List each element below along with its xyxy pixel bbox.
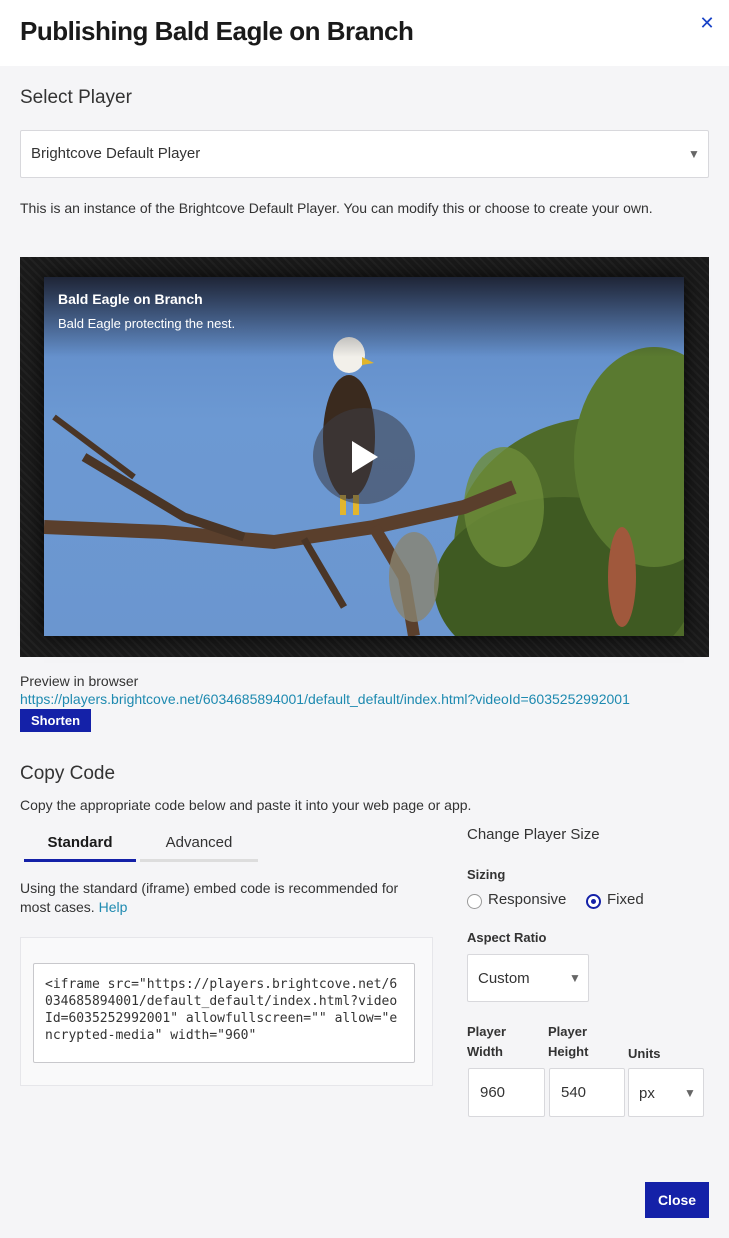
- player-description: This is an instance of the Brightcove De…: [20, 200, 653, 216]
- change-player-size-heading: Change Player Size: [467, 826, 600, 843]
- embed-code-textarea[interactable]: <iframe src="https://players.brightcove.…: [33, 963, 415, 1063]
- dialog-header: Publishing Bald Eagle on Branch ✕: [0, 0, 729, 66]
- video-description: Bald Eagle protecting the nest.: [58, 316, 236, 331]
- close-icon[interactable]: ✕: [698, 13, 716, 33]
- radio-fixed-label[interactable]: Fixed: [607, 891, 644, 908]
- player-select[interactable]: Brightcove Default Player ▼: [20, 130, 709, 178]
- help-link[interactable]: Help: [99, 899, 128, 915]
- dialog-title: Publishing Bald Eagle on Branch: [20, 16, 414, 46]
- copy-code-description: Copy the appropriate code below and past…: [20, 797, 472, 813]
- preview-label: Preview in browser: [20, 673, 139, 689]
- preview-url-link[interactable]: https://players.brightcove.net/603468589…: [20, 691, 630, 707]
- chevron-down-icon: ▼: [688, 147, 700, 161]
- player-select-value: Brightcove Default Player: [31, 145, 201, 162]
- units-select[interactable]: px ▼: [628, 1068, 704, 1117]
- radio-fixed[interactable]: [586, 894, 601, 909]
- radio-responsive[interactable]: [467, 894, 482, 909]
- video-frame[interactable]: Bald Eagle on Branch Bald Eagle protecti…: [44, 277, 684, 636]
- aspect-ratio-value: Custom: [478, 970, 530, 987]
- aspect-ratio-label: Aspect Ratio: [467, 930, 547, 945]
- chevron-down-icon: ▼: [684, 1086, 696, 1100]
- standard-note: Using the standard (iframe) embed code i…: [20, 879, 430, 917]
- select-player-heading: Select Player: [20, 87, 132, 108]
- chevron-down-icon: ▼: [569, 971, 581, 985]
- player-height-input[interactable]: [549, 1068, 625, 1117]
- copy-code-heading: Copy Code: [20, 763, 116, 784]
- tab-advanced[interactable]: Advanced: [140, 834, 258, 862]
- radio-responsive-label[interactable]: Responsive: [488, 891, 566, 908]
- code-panel: <iframe src="https://players.brightcove.…: [20, 937, 433, 1086]
- player-height-label-1: Player: [548, 1024, 588, 1039]
- shorten-button[interactable]: Shorten: [20, 709, 91, 732]
- units-label: Units: [628, 1046, 661, 1061]
- player-width-input[interactable]: [468, 1068, 545, 1117]
- units-value: px: [639, 1085, 655, 1102]
- aspect-ratio-select[interactable]: Custom ▼: [467, 954, 589, 1002]
- video-preview: Bald Eagle on Branch Bald Eagle protecti…: [20, 257, 709, 657]
- play-button[interactable]: [313, 408, 415, 504]
- player-width-label-2: Width: [467, 1044, 503, 1059]
- close-button[interactable]: Close: [645, 1182, 709, 1218]
- player-height-label-2: Height: [548, 1044, 589, 1059]
- play-icon: [352, 441, 378, 473]
- sizing-label: Sizing: [467, 867, 506, 882]
- player-width-label-1: Player: [467, 1024, 507, 1039]
- standard-note-text: Using the standard (iframe) embed code i…: [20, 880, 399, 915]
- video-title: Bald Eagle on Branch: [58, 291, 203, 307]
- tab-standard[interactable]: Standard: [24, 834, 136, 862]
